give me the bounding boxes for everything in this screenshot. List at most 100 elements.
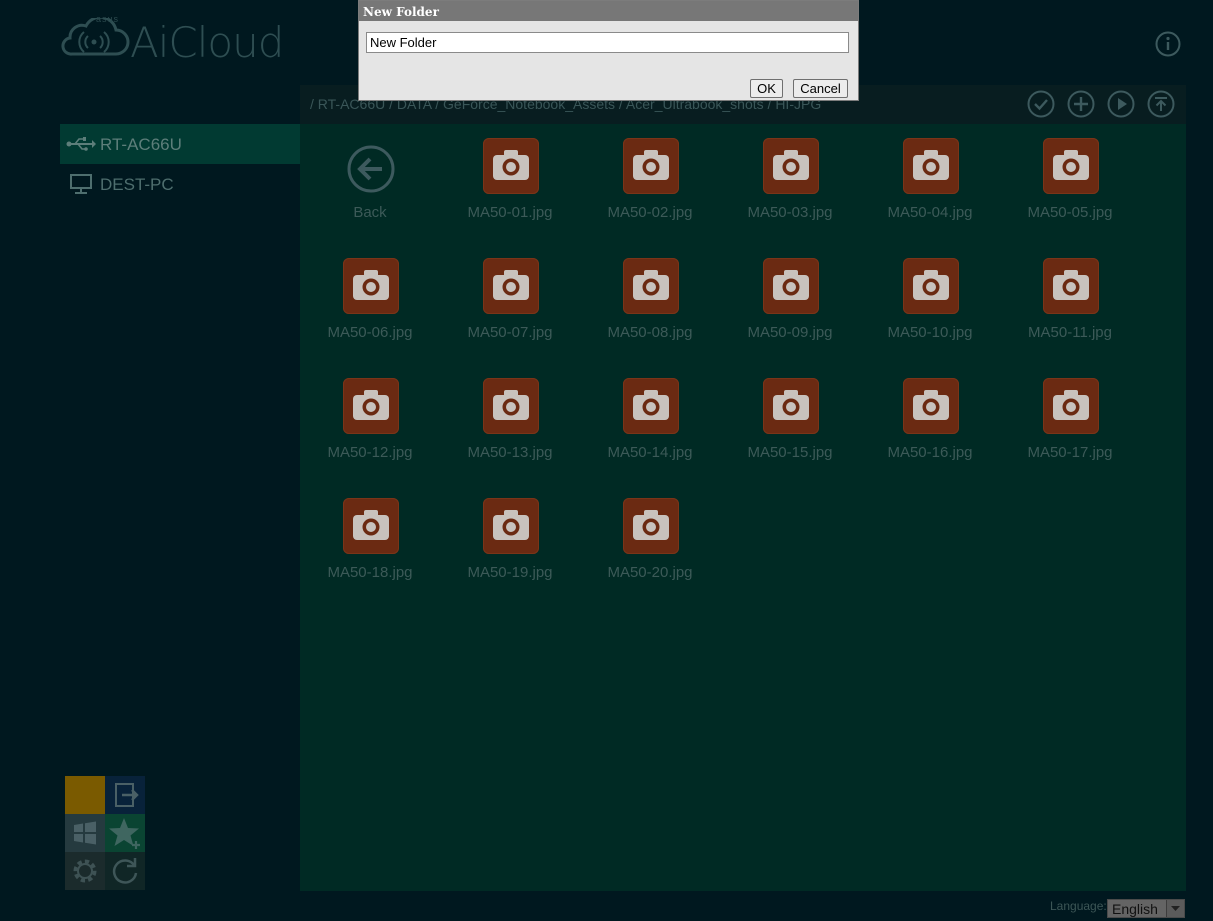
windows-button[interactable] xyxy=(65,814,105,852)
brand-label: asus xyxy=(96,14,120,24)
play-icon[interactable] xyxy=(1107,90,1135,118)
camera-icon xyxy=(773,150,809,180)
file-tile[interactable]: MA50-14.jpg xyxy=(580,364,720,464)
image-file-thumbnail xyxy=(483,138,539,194)
chevron-down-icon xyxy=(1166,900,1184,917)
gear-icon xyxy=(73,859,97,883)
file-name: MA50-19.jpg xyxy=(467,564,553,581)
camera-icon xyxy=(353,390,389,420)
sidebar-item-label: RT-AC66U xyxy=(100,135,182,154)
file-name: MA50-17.jpg xyxy=(1027,444,1113,461)
cancel-button[interactable]: Cancel xyxy=(793,79,848,98)
image-file-thumbnail xyxy=(623,138,679,194)
file-tile[interactable]: MA50-13.jpg xyxy=(440,364,580,464)
file-tile[interactable]: MA50-06.jpg xyxy=(300,244,440,344)
new-folder-dialog: New Folder OK Cancel xyxy=(358,0,859,101)
image-file-thumbnail xyxy=(763,138,819,194)
file-name: MA50-05.jpg xyxy=(1027,204,1113,221)
file-tile[interactable]: MA50-16.jpg xyxy=(860,364,1000,464)
file-name: MA50-12.jpg xyxy=(327,444,413,461)
file-name: MA50-01.jpg xyxy=(467,204,553,221)
camera-icon xyxy=(353,270,389,300)
file-name: MA50-13.jpg xyxy=(467,444,553,461)
image-file-thumbnail xyxy=(763,378,819,434)
sidebar-item-dest-pc[interactable]: DEST-PC xyxy=(60,164,300,204)
folder-name-input[interactable] xyxy=(366,32,849,53)
file-name: MA50-18.jpg xyxy=(327,564,413,581)
camera-icon xyxy=(493,390,529,420)
back-label: Back xyxy=(353,204,387,221)
image-file-thumbnail xyxy=(623,378,679,434)
file-name: MA50-04.jpg xyxy=(887,204,973,221)
plus-icon[interactable] xyxy=(1067,90,1095,118)
sidebar-item-label: DEST-PC xyxy=(100,175,174,194)
image-file-thumbnail xyxy=(483,498,539,554)
settings-button[interactable] xyxy=(65,852,105,890)
camera-icon xyxy=(353,510,389,540)
language-select[interactable]: English xyxy=(1107,899,1185,918)
add-favorite-button[interactable] xyxy=(105,814,145,852)
camera-icon xyxy=(493,510,529,540)
back-tile[interactable]: Back xyxy=(300,124,440,224)
file-tile[interactable]: MA50-02.jpg xyxy=(580,124,720,224)
image-file-thumbnail xyxy=(903,378,959,434)
file-tile[interactable]: MA50-07.jpg xyxy=(440,244,580,344)
file-tile[interactable]: MA50-01.jpg xyxy=(440,124,580,224)
image-file-thumbnail xyxy=(1043,258,1099,314)
file-name: MA50-11.jpg xyxy=(1028,324,1112,341)
file-tile[interactable]: MA50-03.jpg xyxy=(720,124,860,224)
file-tile[interactable]: MA50-17.jpg xyxy=(1000,364,1140,464)
camera-icon xyxy=(633,510,669,540)
file-name: MA50-06.jpg xyxy=(327,324,413,341)
camera-icon xyxy=(773,390,809,420)
image-file-thumbnail xyxy=(903,258,959,314)
file-tile[interactable]: MA50-09.jpg xyxy=(720,244,860,344)
image-file-thumbnail xyxy=(483,378,539,434)
file-tile[interactable]: MA50-11.jpg xyxy=(1000,244,1140,344)
image-file-thumbnail xyxy=(483,258,539,314)
camera-icon xyxy=(773,270,809,300)
camera-icon xyxy=(913,270,949,300)
file-name: MA50-10.jpg xyxy=(887,324,973,341)
camera-icon xyxy=(633,390,669,420)
file-tile[interactable]: MA50-10.jpg xyxy=(860,244,1000,344)
refresh-button[interactable] xyxy=(105,852,145,890)
file-tile[interactable]: MA50-19.jpg xyxy=(440,484,580,584)
image-file-thumbnail xyxy=(763,258,819,314)
check-icon[interactable] xyxy=(1027,90,1055,118)
file-name: MA50-08.jpg xyxy=(607,324,693,341)
app-window: asus AiCloud / RT-AC66U / DATA / GeForce… xyxy=(0,0,1213,921)
file-tile[interactable]: MA50-08.jpg xyxy=(580,244,720,344)
file-name: MA50-02.jpg xyxy=(607,204,693,221)
file-tile[interactable]: MA50-12.jpg xyxy=(300,364,440,464)
logout-button[interactable] xyxy=(105,776,145,814)
monitor-icon xyxy=(70,174,92,194)
file-tile[interactable]: MA50-20.jpg xyxy=(580,484,720,584)
upload-icon[interactable] xyxy=(1147,90,1175,118)
file-tile[interactable]: MA50-15.jpg xyxy=(720,364,860,464)
file-name: MA50-03.jpg xyxy=(747,204,833,221)
file-tile[interactable]: MA50-05.jpg xyxy=(1000,124,1140,224)
windows-icon xyxy=(74,821,96,845)
ok-button[interactable]: OK xyxy=(750,79,783,98)
image-file-thumbnail xyxy=(343,378,399,434)
camera-icon xyxy=(913,390,949,420)
image-file-thumbnail xyxy=(623,258,679,314)
camera-icon xyxy=(1053,150,1089,180)
camera-icon xyxy=(1053,390,1089,420)
image-file-thumbnail xyxy=(1043,138,1099,194)
color-tile[interactable] xyxy=(65,776,105,814)
camera-icon xyxy=(1053,270,1089,300)
dialog-titlebar[interactable]: New Folder xyxy=(359,1,858,21)
info-icon[interactable] xyxy=(1155,31,1181,57)
sidebar-item-rt-ac66u[interactable]: RT-AC66U xyxy=(60,124,300,164)
image-file-thumbnail xyxy=(343,498,399,554)
dialog-title: New Folder xyxy=(363,5,439,19)
file-name: MA50-09.jpg xyxy=(747,324,833,341)
image-file-thumbnail xyxy=(903,138,959,194)
image-file-thumbnail xyxy=(623,498,679,554)
app-title: AiCloud xyxy=(130,18,284,67)
file-grid: Back MA50-01.jpg MA50-02.jpg MA50-03.jpg MA… xyxy=(300,124,1186,891)
file-tile[interactable]: MA50-18.jpg xyxy=(300,484,440,584)
file-tile[interactable]: MA50-04.jpg xyxy=(860,124,1000,224)
